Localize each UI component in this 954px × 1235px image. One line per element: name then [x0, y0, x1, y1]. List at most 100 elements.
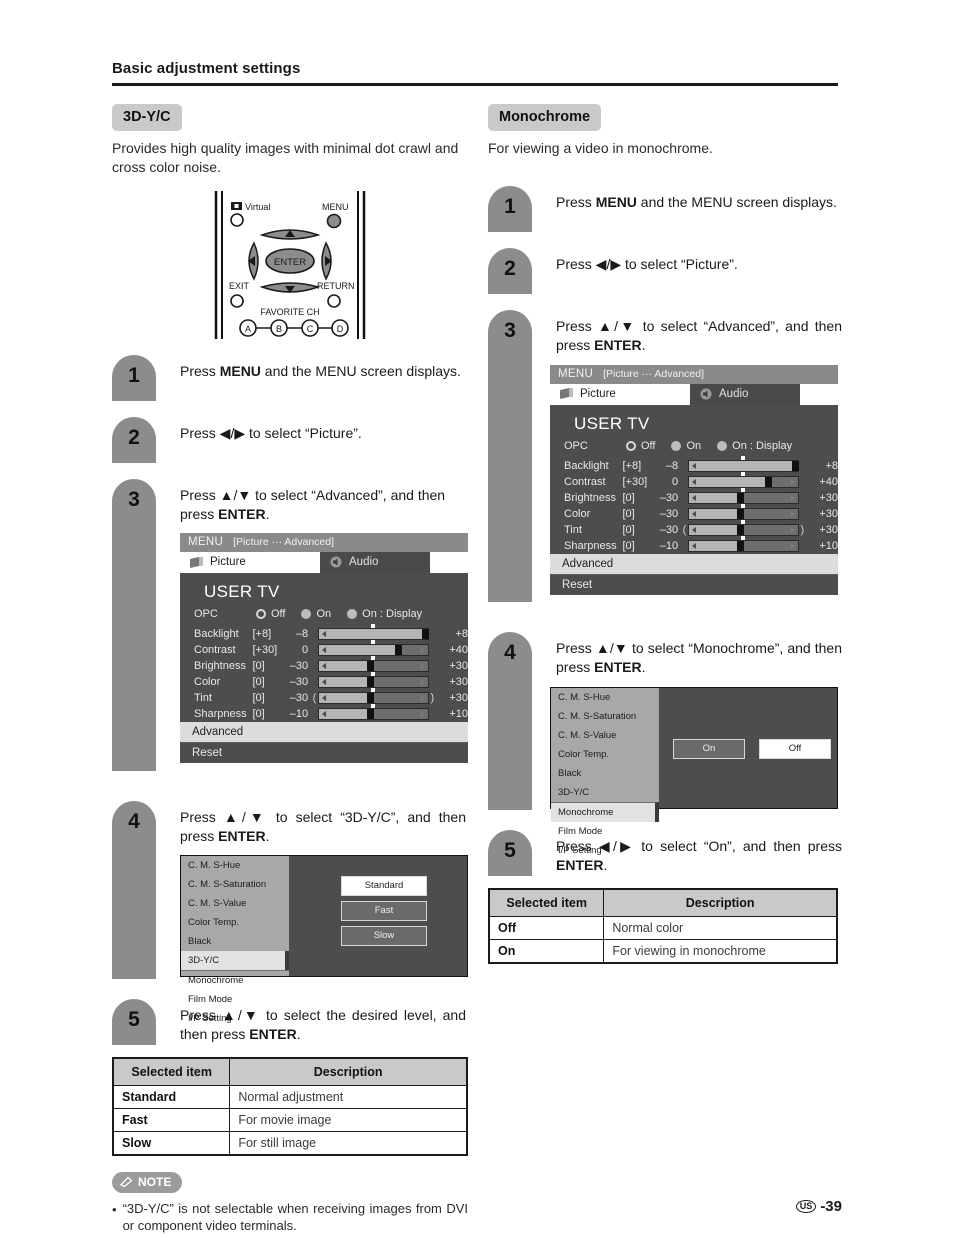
- slider-track[interactable]: [317, 704, 430, 721]
- submenu-item[interactable]: C. M. S-Hue: [181, 856, 289, 875]
- opc-choice-on-display[interactable]: On : Display: [717, 440, 792, 452]
- right-step-4: 4 Press ▲/▼ to select “Monochrome”, and …: [488, 631, 842, 856]
- osd-menubar: MENU [Picture ··· Advanced]: [180, 533, 468, 553]
- step-badge: 1: [112, 354, 156, 401]
- slider-left-arrow-icon: [691, 462, 696, 469]
- slider-track[interactable]: [317, 672, 430, 689]
- slider-thumb[interactable]: [422, 629, 430, 640]
- slider-right-arrow-icon: [791, 510, 796, 517]
- option-fast[interactable]: Fast: [341, 901, 427, 922]
- slider-track[interactable]: [687, 519, 800, 536]
- picture-icon: [190, 556, 203, 568]
- slider-current-value: [+8]: [622, 459, 642, 472]
- slider-thumb[interactable]: [737, 540, 745, 551]
- opc-choice-on[interactable]: On: [671, 440, 701, 452]
- submenu-item[interactable]: C. M. S-Saturation: [551, 707, 659, 726]
- slider-thumb[interactable]: [764, 476, 772, 487]
- step-badge: 1: [488, 185, 532, 232]
- option-on[interactable]: On: [673, 738, 745, 759]
- option-off[interactable]: Off: [759, 738, 831, 759]
- left-lead-text: Provides high quality images with minima…: [112, 140, 459, 175]
- slider-current-value: [+30]: [622, 475, 648, 488]
- slider-thumb[interactable]: [367, 677, 375, 688]
- submenu-item-list: C. M. S-Hue C. M. S-Saturation C. M. S-Val…: [551, 687, 659, 856]
- slider-thumb[interactable]: [394, 645, 402, 656]
- slider-thumb[interactable]: [737, 524, 745, 535]
- slider-thumb[interactable]: [367, 709, 375, 720]
- slider-current-value: [+30]: [252, 644, 278, 657]
- slider-left-arrow-icon: [691, 510, 696, 517]
- osd-slider-row[interactable]: Color [0] –30 +30: [180, 672, 468, 690]
- submenu-item[interactable]: C. M. S-Hue: [551, 688, 659, 707]
- range-marker: ): [430, 692, 435, 705]
- osd-list-row-reset[interactable]: Reset: [550, 573, 838, 595]
- option-slow[interactable]: Slow: [341, 926, 427, 947]
- right-step-5: 5 Press ◀/▶ to select “On”, and then pre…: [488, 829, 842, 878]
- opc-choice-on[interactable]: On: [301, 608, 331, 620]
- osd-slider-row[interactable]: Tint [0] –30() +30: [180, 688, 468, 706]
- slider-current-value: [0]: [252, 692, 265, 705]
- osd-slider-row[interactable]: Sharpness [0] –10 +10: [180, 704, 468, 722]
- slider-center-tick: [741, 535, 746, 540]
- submenu-item[interactable]: Color Temp.: [551, 745, 659, 764]
- left-description-table: Selected item Description Standard Normal…: [112, 1056, 468, 1156]
- tab-picture[interactable]: Picture: [550, 383, 690, 405]
- note-block: NOTE • “3D-Y/C” is not selectable when r…: [112, 1171, 468, 1235]
- osd-slider-row[interactable]: Sharpness [0] –10 +10: [550, 535, 838, 554]
- submenu-item[interactable]: 3D-Y/C: [551, 783, 659, 802]
- osd-menubar: MENU [Picture ··· Advanced]: [550, 364, 838, 384]
- submenu-item[interactable]: Monochrome: [181, 970, 289, 990]
- submenu-item-list: C. M. S-Hue C. M. S-Saturation C. M. S-Val…: [181, 856, 289, 1024]
- slider-thumb[interactable]: [737, 492, 745, 503]
- submenu-item[interactable]: C. M. S-Value: [181, 894, 289, 913]
- slider-track[interactable]: [687, 535, 800, 552]
- slider-max-label: +8: [825, 459, 838, 472]
- submenu-item[interactable]: Black: [181, 932, 289, 951]
- submenu-item[interactable]: 3D-Y/C: [181, 951, 289, 971]
- slider-track[interactable]: [687, 455, 800, 472]
- opc-choice-on-display[interactable]: On : Display: [347, 608, 422, 620]
- slider-max-label: +30: [819, 507, 838, 520]
- slider-track[interactable]: [317, 624, 430, 641]
- tab-audio[interactable]: Audio: [690, 383, 800, 405]
- slider-track[interactable]: [687, 487, 800, 504]
- osd-slider-row[interactable]: Brightness [0] –30 +30: [180, 656, 468, 674]
- submenu-item[interactable]: Monochrome: [551, 801, 659, 822]
- submenu-item[interactable]: Color Temp.: [181, 913, 289, 932]
- tab-audio[interactable]: Audio: [320, 552, 430, 574]
- tab-picture[interactable]: Picture: [180, 552, 320, 574]
- step-badge-rail: 3: [112, 478, 156, 771]
- opc-choice-off[interactable]: Off: [626, 440, 655, 452]
- osd-slider-row[interactable]: Tint [0] –30() +30: [550, 519, 838, 538]
- table-row: Fast For movie image: [112, 1107, 468, 1132]
- osd-slider-row[interactable]: Brightness [0] –30 +30: [550, 487, 838, 506]
- tab-label: Audio: [349, 556, 379, 569]
- slider-track[interactable]: [687, 471, 800, 488]
- osd-slider-row[interactable]: Backlight [+8] –8 +8: [180, 624, 468, 642]
- slider-thumb[interactable]: [367, 661, 375, 672]
- slider-thumb[interactable]: [367, 693, 375, 704]
- slider-thumb[interactable]: [737, 508, 745, 519]
- osd-slider-row[interactable]: Contrast [+30] 0 +40: [550, 471, 838, 490]
- slider-max-label: +30: [449, 692, 468, 705]
- option-standard[interactable]: Standard: [341, 876, 427, 897]
- submenu-item[interactable]: C. M. S-Value: [551, 726, 659, 745]
- osd-slider-row[interactable]: Color [0] –30 +30: [550, 503, 838, 522]
- slider-track[interactable]: [687, 503, 800, 520]
- slider-track[interactable]: [317, 688, 430, 705]
- osd-list-row-advanced[interactable]: Advanced: [550, 553, 838, 574]
- submenu-item[interactable]: C. M. S-Saturation: [181, 875, 289, 894]
- radio-icon: [347, 609, 358, 620]
- slider-track[interactable]: [317, 656, 430, 673]
- osd-list-row-advanced[interactable]: Advanced: [180, 722, 468, 743]
- osd-slider-row[interactable]: Backlight [+8] –8 +8: [550, 455, 838, 474]
- osd-slider-row[interactable]: Contrast [+30] 0 +40: [180, 640, 468, 658]
- step-text: Press MENU and the MENU screen displays.: [180, 362, 461, 379]
- tab-label: Audio: [719, 387, 749, 400]
- opc-choice-off[interactable]: Off: [256, 608, 285, 620]
- svg-text:C: C: [307, 324, 314, 334]
- slider-thumb[interactable]: [792, 460, 800, 471]
- submenu-item[interactable]: Black: [551, 764, 659, 783]
- slider-track[interactable]: [317, 640, 430, 657]
- osd-list-row-reset[interactable]: Reset: [180, 742, 468, 764]
